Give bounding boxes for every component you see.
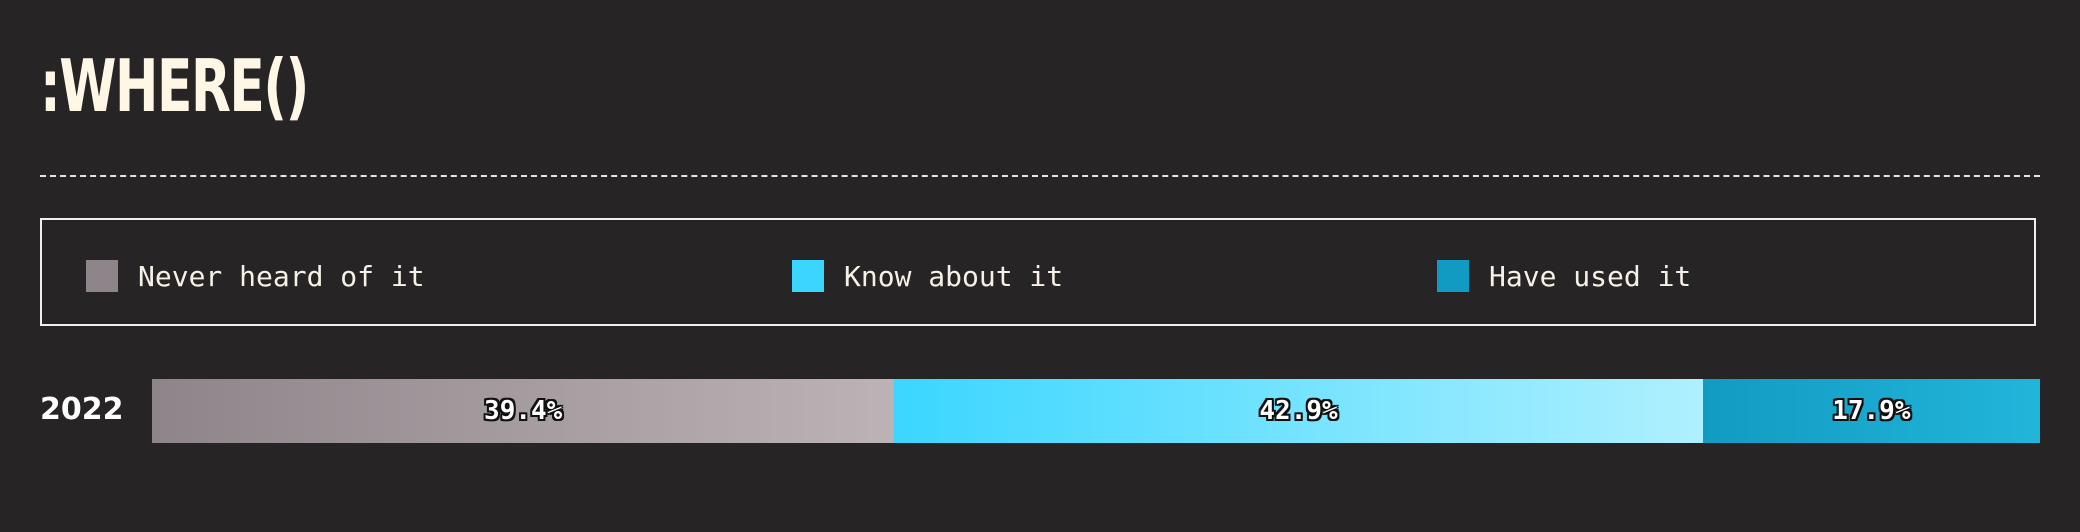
chart-legend: Never heard of it Know about it Have use… (40, 218, 2036, 326)
title-divider (40, 175, 2040, 177)
row-label-2022: 2022 (40, 392, 124, 427)
legend-label-never-heard: Never heard of it (138, 259, 425, 293)
chart-title: :WHERE() (40, 44, 309, 128)
bar-segment-have-used[interactable]: 17.9% (1702, 379, 2040, 443)
legend-label-have-used: Have used it (1489, 259, 1692, 293)
legend-swatch-never-heard (86, 260, 118, 292)
bar-value-label-have-used: 17.9% (1832, 396, 1911, 426)
legend-item-have-used[interactable]: Have used it (1437, 259, 1692, 293)
legend-item-know-about[interactable]: Know about it (792, 259, 1064, 293)
legend-item-never-heard[interactable]: Never heard of it (86, 259, 425, 293)
stacked-bar-2022: 39.4% 42.9% 17.9% (152, 379, 2040, 443)
bar-value-label-never-heard: 39.4% (484, 396, 563, 426)
bar-value-label-know-about: 42.9% (1259, 396, 1338, 426)
legend-swatch-know-about (792, 260, 824, 292)
bar-segment-know-about[interactable]: 42.9% (894, 379, 1703, 443)
legend-label-know-about: Know about it (844, 259, 1064, 293)
legend-swatch-have-used (1437, 260, 1469, 292)
bar-segment-never-heard[interactable]: 39.4% (152, 379, 895, 443)
